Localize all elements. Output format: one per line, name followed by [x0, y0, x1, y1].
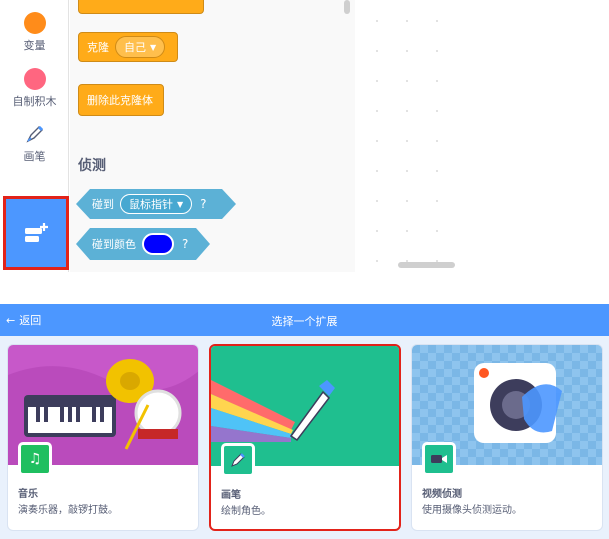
block-label: 碰到颜色 [92, 238, 136, 251]
create-clone-block[interactable]: 克隆 自己 ▼ [78, 32, 178, 62]
category-label: 画笔 [23, 150, 46, 163]
question-mark: ? [200, 197, 207, 211]
extension-description: 演奏乐器，敲锣打鼓。 [18, 505, 118, 516]
block-label: 碰到 [92, 198, 114, 211]
video-icon [422, 442, 456, 476]
library-header: ← 返回 选择一个扩展 [0, 304, 609, 336]
pen-icon [221, 443, 255, 477]
library-title: 选择一个扩展 [271, 315, 338, 328]
category-pen[interactable]: 画笔 [0, 123, 69, 164]
music-icon: ♫ [18, 442, 52, 476]
block-label: 克隆 [87, 41, 109, 54]
extension-name: 画笔 [221, 490, 241, 501]
extension-name: 音乐 [18, 489, 38, 500]
touching-block[interactable]: 碰到 鼠标指针 ▼ ? [76, 189, 236, 219]
category-menu: 变量 自制积木 画笔 [0, 0, 69, 272]
section-title-sensing: 侦测 [78, 158, 106, 174]
workspace-scrollbar[interactable] [398, 262, 455, 268]
pen-icon [0, 123, 69, 148]
variables-dot-icon [23, 12, 46, 34]
category-label: 变量 [23, 39, 46, 52]
caret-down-icon: ▼ [150, 42, 157, 52]
clone-target-dropdown[interactable]: 自己 ▼ [115, 36, 166, 58]
extension-card-video-sensing[interactable]: 视频侦测 使用摄像头侦测运动。 [411, 344, 603, 531]
extension-description: 使用摄像头侦测运动。 [422, 505, 522, 516]
question-mark: ? [182, 237, 189, 251]
category-variables[interactable]: 变量 [0, 12, 69, 53]
block-label: 删除此克隆体 [87, 94, 153, 107]
extension-name: 视频侦测 [422, 489, 462, 500]
code-editor: 变量 自制积木 画笔 克隆 自己 ▼ 删除此克隆体 侦测 碰到 鼠标指针 ▼ ?… [0, 0, 455, 272]
palette-scrollbar[interactable] [344, 0, 350, 14]
script-workspace[interactable] [356, 0, 455, 272]
extension-card-pen[interactable]: 画笔 绘制角色。 [209, 344, 401, 531]
dropdown-value: 自己 [124, 41, 146, 54]
extension-description: 绘制角色。 [221, 506, 271, 517]
extension-library: ← 返回 选择一个扩展 ♫ 音乐 演奏乐器，敲锣打鼓。 画笔 绘制角色。 视频侦… [0, 304, 609, 539]
caret-down-icon: ▼ [177, 199, 184, 209]
delete-clone-block[interactable]: 删除此克隆体 [78, 84, 164, 116]
touching-color-block[interactable]: 碰到颜色 ? [76, 228, 210, 260]
my-blocks-dot-icon [23, 68, 46, 90]
add-extension-icon [25, 223, 48, 242]
category-my-blocks[interactable]: 自制积木 [0, 68, 69, 109]
add-extension-button[interactable] [3, 196, 69, 270]
control-block-partial[interactable] [78, 0, 204, 14]
category-label: 自制积木 [12, 95, 57, 108]
dropdown-value: 鼠标指针 [129, 198, 173, 211]
extension-card-music[interactable]: ♫ 音乐 演奏乐器，敲锣打鼓。 [7, 344, 199, 531]
touching-target-dropdown[interactable]: 鼠标指针 ▼ [120, 194, 192, 214]
screen: 变量 自制积木 画笔 克隆 自己 ▼ 删除此克隆体 侦测 碰到 鼠标指针 ▼ ?… [0, 0, 609, 539]
color-picker-swatch[interactable] [142, 233, 174, 255]
